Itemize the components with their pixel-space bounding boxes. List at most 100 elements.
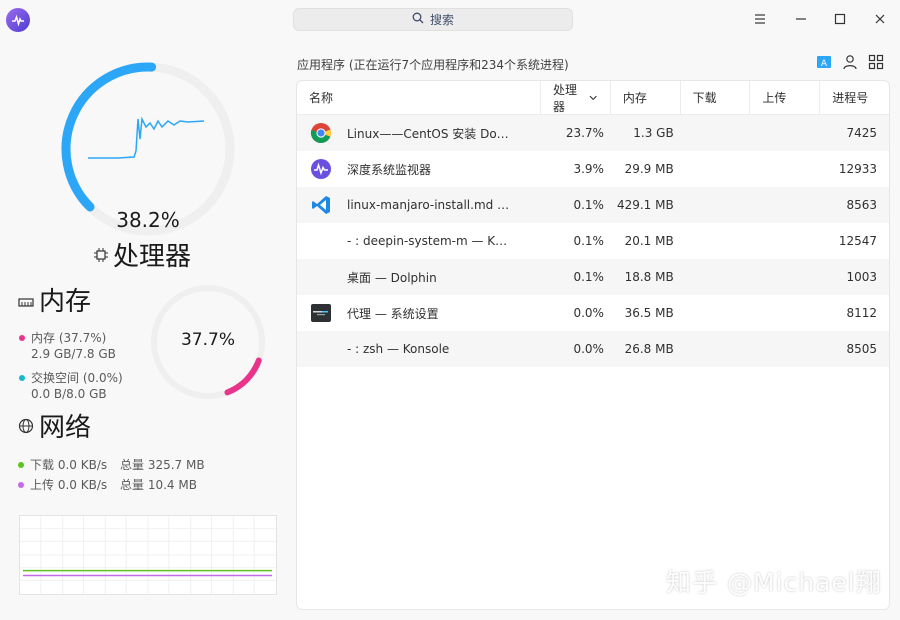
cpu-title-label: 处理器 [113,242,192,272]
minimize-button[interactable] [786,6,816,32]
swap-detail: 0.0 B/8.0 GB [31,387,107,401]
network-history-chart [19,515,277,595]
download-row: 下载 0.0 KB/s 总量 325.7 MB [18,456,205,473]
maximize-button[interactable] [825,6,855,32]
user-view-button[interactable] [840,52,860,72]
process-name: - : zsh — Konsole [347,342,450,356]
swap-label: 交换空间 (0.0%) [31,371,123,385]
process-summary: 应用程序 (正在运行7个应用程序和234个系统进程) [297,58,569,72]
app-view-icon: A [817,56,831,69]
cell-mem: 18.8 MB [624,270,674,284]
search-label: 搜索 [429,13,454,27]
menu-button[interactable] [745,6,775,32]
col-header-name[interactable]: 名称 [297,81,540,114]
process-name: - : deepin-system-m — K… [347,234,508,248]
cell-mem: 26.8 MB [624,342,674,356]
app-logo-icon[interactable] [6,8,30,32]
memory-title-label: 内存 [39,287,92,317]
table-row[interactable]: - : deepin-system-m — K… 0.1% 20.1 MB 12… [297,223,889,259]
cell-name: linux-manjaro-install.md … [297,193,540,217]
download-rate: 下载 0.0 KB/s [30,458,108,472]
process-name: 深度系统监视器 [347,162,432,177]
col-header-download[interactable]: 下载 [679,81,750,114]
col-header-mem[interactable]: 内存 [609,81,680,114]
cell-pid: 7425 [846,126,877,140]
process-name: 桌面 — Dolphin [347,270,437,285]
table-row[interactable]: 代理 — 系统设置 0.0% 36.5 MB 8112 [297,295,889,331]
download-total: 总量 325.7 MB [120,458,205,472]
deepin-monitor-icon [309,157,333,181]
close-button[interactable] [865,6,895,32]
table-row[interactable]: - : zsh — Konsole 0.0% 26.8 MB 8505 [297,331,889,367]
memory-legend: 内存 (37.7%) 2.9 GB/7.8 GB 交换空间 (0.0%) 0.0… [19,330,123,402]
col-header-cpu[interactable]: 处理器 [540,81,610,114]
col-pid-label: 进程号 [832,91,869,105]
cell-cpu: 0.1% [573,198,604,212]
user-icon [843,55,857,70]
process-table: 名称 处理器 内存 下载 上传 进程号 Linux——CentOS 安装 Do…… [296,80,890,610]
cell-pid: 1003 [846,270,877,284]
cell-mem: 36.5 MB [624,306,674,320]
col-header-upload[interactable]: 上传 [749,81,819,114]
table-row[interactable]: 深度系统监视器 3.9% 29.9 MB 12933 [297,151,889,187]
table-row[interactable]: 桌面 — Dolphin 0.1% 18.8 MB 1003 [297,259,889,295]
minimize-icon [796,18,806,20]
memory-ring-arc [224,357,262,396]
chrome-icon [309,121,333,145]
memory-section-title: 内存 [18,281,91,318]
upload-total: 总量 10.4 MB [120,478,197,492]
table-body: Linux——CentOS 安装 Do… 23.7% 1.3 GB 7425 深… [297,115,889,367]
download-dot-icon [18,461,24,468]
upload-rate: 上传 0.0 KB/s [30,478,108,492]
col-mem-label: 内存 [622,91,647,105]
cell-mem: 429.1 MB [616,198,674,212]
network-grid [20,516,276,594]
table-row[interactable]: Linux——CentOS 安装 Do… 23.7% 1.3 GB 7425 [297,115,889,151]
svg-text:A: A [821,59,828,69]
col-download-label: 下载 [692,91,717,105]
swap-dot-icon [19,374,25,381]
terminal-icon [309,301,333,325]
cell-cpu: 0.1% [573,234,604,248]
cell-cpu: 0.0% [573,306,604,320]
cell-name: Linux——CentOS 安装 Do… [297,121,540,145]
cpu-history-line [88,116,205,159]
process-icon [309,337,333,361]
cpu-ring-arc [61,62,157,212]
network-section-title: 网络 [18,407,91,444]
cell-mem: 20.1 MB [624,234,674,248]
cell-cpu: 0.0% [573,342,604,356]
memory-chip-icon [18,285,34,315]
service-view-button[interactable] [866,52,886,72]
search-box[interactable]: 搜索 [293,8,573,31]
cell-name: 代理 — 系统设置 [297,301,540,325]
grid-icon [868,54,884,70]
watermark-text: 知乎 @Michael翔 [666,568,882,597]
process-icon [309,265,333,289]
app-view-button[interactable]: A [814,52,834,72]
process-name: 代理 — 系统设置 [347,306,439,321]
cell-pid: 12547 [838,234,877,248]
close-icon [875,14,885,24]
cell-cpu: 0.1% [573,270,604,284]
globe-icon [18,411,34,441]
memory-detail: 2.9 GB/7.8 GB [31,347,116,361]
upload-dot-icon [18,481,24,488]
maximize-icon [834,13,846,25]
cell-pid: 8112 [846,306,877,320]
cpu-chip-icon [93,240,109,270]
vscode-icon [309,193,333,217]
col-header-pid[interactable]: 进程号 [819,81,889,114]
cell-name: 桌面 — Dolphin [297,265,540,289]
cell-cpu: 23.7% [565,126,604,140]
cpu-section-title: 处理器 [93,236,191,273]
cell-pid: 8563 [846,198,877,212]
table-row[interactable]: linux-manjaro-install.md … 0.1% 429.1 MB… [297,187,889,223]
cell-mem: 29.9 MB [624,162,674,176]
col-cpu-label: 处理器 [553,82,578,114]
cell-cpu: 3.9% [573,162,604,176]
network-title-label: 网络 [39,413,92,443]
upload-row: 上传 0.0 KB/s 总量 10.4 MB [18,476,197,493]
cell-name: - : deepin-system-m — K… [297,229,540,253]
col-upload-label: 上传 [762,91,787,105]
